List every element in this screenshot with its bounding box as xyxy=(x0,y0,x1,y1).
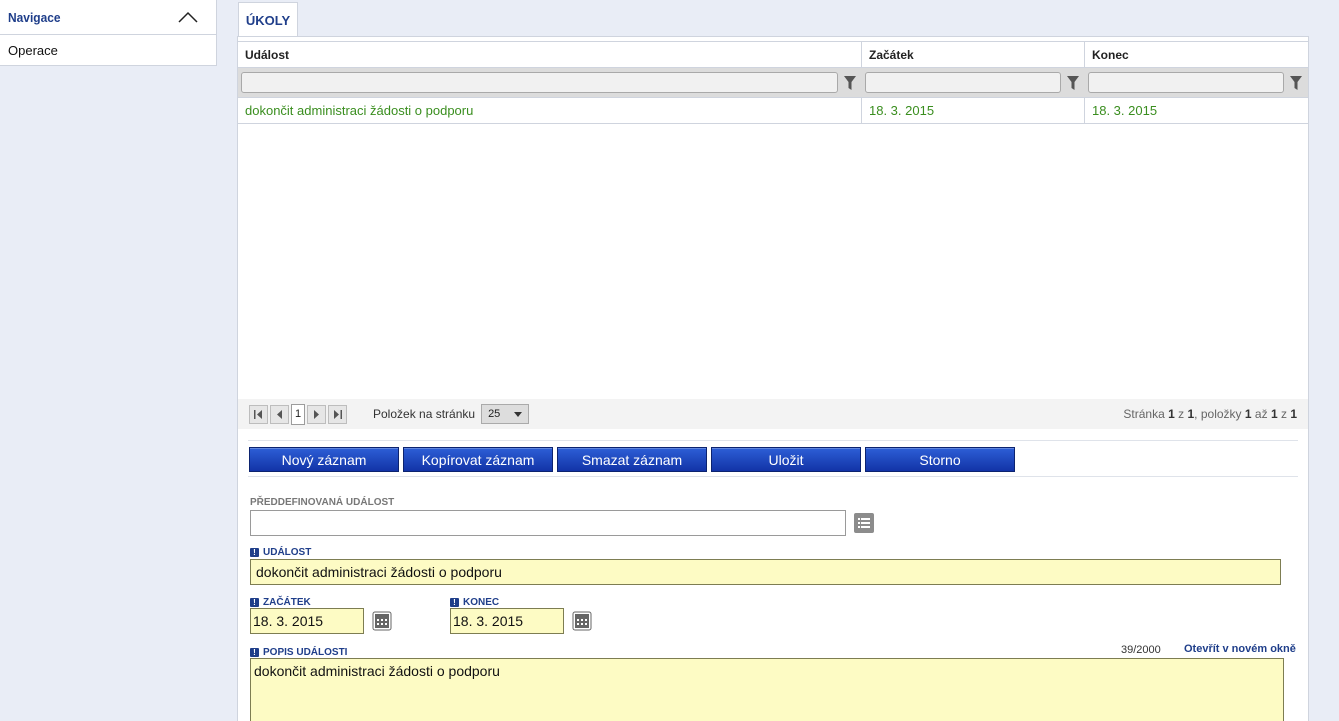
tasks-grid: Událost Začátek Konec dokončit administr… xyxy=(238,41,1308,124)
end-date-field[interactable]: 18. 3. 2015 xyxy=(450,608,564,634)
last-page-button[interactable] xyxy=(328,404,347,424)
table-row[interactable]: dokončit administraci žádosti o podporu … xyxy=(238,98,1308,124)
filter-input-event[interactable] xyxy=(241,72,838,93)
pager-info-to-label: až xyxy=(1254,407,1268,421)
action-toolbar: Nový záznam Kopírovat záznam Smazat zázn… xyxy=(249,447,1019,472)
next-page-button[interactable] xyxy=(307,404,326,424)
cell-start: 18. 3. 2015 xyxy=(862,98,1085,123)
filter-cell-start xyxy=(862,72,1085,93)
event-label: ! UDÁLOST xyxy=(250,547,311,558)
calendar-icon[interactable] xyxy=(372,611,392,631)
per-page-label: Položek na stránku xyxy=(373,407,476,421)
prev-page-button[interactable] xyxy=(270,404,289,424)
filter-input-end[interactable] xyxy=(1088,72,1284,93)
first-page-button[interactable] xyxy=(249,404,268,424)
pager-info: Stránka 1 z 1, položky 1 až 1 z 1 xyxy=(1123,407,1297,421)
list-icon[interactable] xyxy=(854,513,874,533)
description-textarea[interactable]: dokončit administraci žádosti o podporu xyxy=(250,658,1284,721)
grid-header: Událost Začátek Konec xyxy=(238,41,1308,68)
open-new-window-link[interactable]: Otevřít v novém okně xyxy=(1184,643,1296,655)
pager: 1 Položek na stránku 25 Stránka 1 z 1, p… xyxy=(238,399,1308,429)
pager-info-page: 1 xyxy=(1168,407,1175,421)
column-header-start[interactable]: Začátek xyxy=(862,42,1085,67)
pager-info-to: 1 xyxy=(1270,407,1278,421)
predefined-event-label: PŘEDDEFINOVANÁ UDÁLOST xyxy=(250,497,394,508)
exclamation-icon: ! xyxy=(250,598,259,607)
start-label: ! ZAČÁTEK xyxy=(250,597,311,608)
current-page[interactable]: 1 xyxy=(291,403,305,425)
exclamation-icon: ! xyxy=(250,548,259,557)
scrollbar[interactable] xyxy=(1325,0,1339,721)
tab-ukoly[interactable]: ÚKOLY xyxy=(238,2,298,37)
tab-label: ÚKOLY xyxy=(245,12,291,28)
pager-info-total: 1 xyxy=(1290,407,1297,421)
exclamation-icon: ! xyxy=(450,598,459,607)
cell-event: dokončit administraci žádosti o podporu xyxy=(238,98,862,123)
sidebar-header[interactable]: Navigace xyxy=(0,0,216,35)
event-label-text: UDÁLOST xyxy=(263,547,312,558)
pager-info-from: 1 xyxy=(1244,407,1252,421)
filter-cell-event xyxy=(238,72,862,93)
column-header-event[interactable]: Událost xyxy=(238,42,862,67)
per-page-select[interactable]: 25 xyxy=(481,404,530,424)
start-label-text: ZAČÁTEK xyxy=(263,597,311,608)
cell-end: 18. 3. 2015 xyxy=(1092,103,1158,118)
divider xyxy=(248,476,1298,477)
main-panel: Událost Začátek Konec dokončit administr… xyxy=(237,36,1309,721)
new-record-button[interactable]: Nový záznam xyxy=(249,447,399,472)
sidebar-title: Navigace xyxy=(8,9,61,25)
end-label: ! KONEC xyxy=(450,597,499,608)
per-page-value: 25 xyxy=(488,408,501,420)
delete-record-button[interactable]: Smazat záznam xyxy=(557,447,707,472)
funnel-icon[interactable] xyxy=(1063,73,1083,93)
description-label: ! POPIS UDÁLOSTI xyxy=(250,647,347,658)
filter-input-start[interactable] xyxy=(865,72,1061,93)
end-label-text: KONEC xyxy=(463,597,500,608)
event-field[interactable]: dokončit administraci žádosti o podporu xyxy=(250,559,1281,585)
pager-info-of: z xyxy=(1178,407,1185,421)
pager-info-of2: z xyxy=(1280,407,1287,421)
funnel-icon[interactable] xyxy=(1286,73,1306,93)
exclamation-icon: ! xyxy=(250,648,259,657)
calendar-icon[interactable] xyxy=(572,611,592,631)
start-date-field[interactable]: 18. 3. 2015 xyxy=(250,608,364,634)
char-counter: 39/2000 xyxy=(1121,644,1161,656)
column-header-end[interactable]: Konec xyxy=(1085,42,1308,67)
description-label-text: POPIS UDÁLOSTI xyxy=(263,647,348,658)
save-button[interactable]: Uložit xyxy=(711,447,861,472)
chevron-up-icon[interactable] xyxy=(178,11,198,23)
pager-info-prefix: Stránka xyxy=(1123,407,1165,421)
filter-row xyxy=(238,68,1308,98)
divider xyxy=(248,440,1298,441)
sidebar: Navigace Operace xyxy=(0,0,217,66)
chevron-down-icon xyxy=(514,411,523,417)
filter-cell-end xyxy=(1085,72,1308,93)
predefined-event-label-text: PŘEDDEFINOVANÁ UDÁLOST xyxy=(250,497,395,508)
sidebar-item-operace[interactable]: Operace xyxy=(0,35,216,65)
cancel-button[interactable]: Storno xyxy=(865,447,1015,472)
copy-record-button[interactable]: Kopírovat záznam xyxy=(403,447,553,472)
pager-info-items-label: , položky xyxy=(1194,407,1242,421)
funnel-icon[interactable] xyxy=(840,73,860,93)
predefined-event-field[interactable] xyxy=(250,510,846,536)
